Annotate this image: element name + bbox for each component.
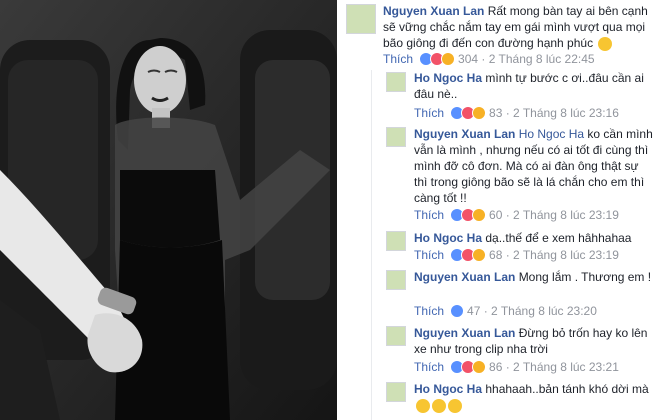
comment-timestamp[interactable]: 2 Tháng 8 lúc 23:20 [491, 304, 597, 318]
avatar[interactable] [386, 127, 406, 147]
comment-body: Ho Ngoc Ha mình tự bước c ơi..đâu cần ai… [414, 70, 654, 102]
reaction-count: 83 [489, 106, 503, 120]
avatar[interactable] [386, 231, 406, 251]
comment-body: Nguyen Xuan Lan Mong lắm . Thương em ! [414, 269, 654, 285]
comment-timestamp[interactable]: 2 Tháng 8 lúc 23:21 [513, 360, 619, 374]
comment-author[interactable]: Nguyen Xuan Lan [414, 270, 515, 284]
comment-meta: Thích 86 · 2 Tháng 8 lúc 23:21 [414, 360, 619, 374]
comment-author[interactable]: Nguyen Xuan Lan [383, 4, 484, 18]
avatar[interactable] [386, 72, 406, 92]
haha-reaction-icon [472, 360, 487, 374]
kiss-emoji-icon [598, 36, 613, 51]
comment-body: Nguyen Xuan Lan Ho Ngoc Ha ko cần mình v… [414, 126, 654, 206]
like-link[interactable]: Thích [414, 208, 444, 222]
comment-mention[interactable]: Ho Ngoc Ha [519, 127, 584, 141]
haha-reaction-icon [472, 208, 487, 222]
comment-meta: Thích 83 · 2 Tháng 8 lúc 23:16 [414, 106, 619, 120]
like-link[interactable]: Thích [414, 248, 444, 262]
comment-meta: Thích 304 · 2 Tháng 8 lúc 22:45 [383, 52, 595, 66]
avatar[interactable] [386, 326, 406, 346]
comment-timestamp[interactable]: 2 Tháng 8 lúc 22:45 [489, 52, 595, 66]
like-link[interactable]: Thích [414, 106, 444, 120]
reply-thread-line [371, 70, 372, 420]
comment-timestamp[interactable]: 2 Tháng 8 lúc 23:16 [513, 106, 619, 120]
reactions[interactable] [450, 360, 487, 374]
photo-illustration [0, 0, 337, 420]
like-reaction-icon [450, 304, 465, 318]
comment-body: Ho Ngoc Ha dạ..thế để e xem hâhhahaa [414, 230, 654, 246]
comment-text: Mong lắm . Thương em ! [518, 270, 652, 284]
reaction-count: 47 [467, 304, 481, 318]
comment-text: hhahaah..bản tánh khó dời mà [485, 382, 649, 396]
comment-meta: Thích 47 · 2 Tháng 8 lúc 23:20 [414, 304, 597, 318]
bodysuit [120, 170, 220, 248]
laughing-emoji-icon [448, 398, 462, 413]
comment-author[interactable]: Nguyen Xuan Lan [414, 127, 515, 141]
comment-author[interactable]: Ho Ngoc Ha [414, 71, 482, 85]
laughing-emoji-icon [416, 398, 430, 413]
comment-meta: Thích 68 · 2 Tháng 8 lúc 23:19 [414, 248, 619, 262]
comment-author[interactable]: Ho Ngoc Ha [414, 382, 482, 396]
comment-body: Nguyen Xuan Lan Đừng bỏ trốn hay ko lên … [414, 325, 654, 357]
reaction-count: 68 [489, 248, 503, 262]
avatar[interactable] [346, 4, 376, 34]
comment-text: dạ..thế để e xem hâhhahaa [485, 231, 632, 245]
haha-reaction-icon [472, 106, 487, 120]
comment-author[interactable]: Ho Ngoc Ha [414, 231, 482, 245]
avatar[interactable] [386, 270, 406, 290]
reaction-count: 304 [458, 52, 479, 66]
reactions[interactable] [419, 52, 456, 66]
comment-timestamp[interactable]: 2 Tháng 8 lúc 23:19 [513, 208, 619, 222]
comment-body: Ho Ngoc Ha hhahaah..bản tánh khó dời mà [414, 381, 654, 413]
laughing-emoji-icon [432, 398, 446, 413]
reactions[interactable] [450, 304, 465, 318]
avatar[interactable] [386, 382, 406, 402]
photo [0, 0, 337, 420]
reactions[interactable] [450, 106, 487, 120]
like-link[interactable]: Thích [383, 52, 413, 66]
comment-timestamp[interactable]: 2 Tháng 8 lúc 23:19 [513, 248, 619, 262]
like-link[interactable]: Thích [414, 304, 444, 318]
comment-meta: Thích 60 · 2 Tháng 8 lúc 23:19 [414, 208, 619, 222]
comment-body: Nguyen Xuan Lan Rất mong bàn tay ai bên … [383, 3, 663, 51]
like-link[interactable]: Thích [414, 360, 444, 374]
haha-reaction-icon [441, 52, 456, 66]
haha-reaction-icon [472, 248, 487, 262]
reaction-count: 86 [489, 360, 503, 374]
face [134, 46, 186, 114]
reaction-count: 60 [489, 208, 503, 222]
reactions[interactable] [450, 208, 487, 222]
comment-author[interactable]: Nguyen Xuan Lan [414, 326, 515, 340]
reactions[interactable] [450, 248, 487, 262]
